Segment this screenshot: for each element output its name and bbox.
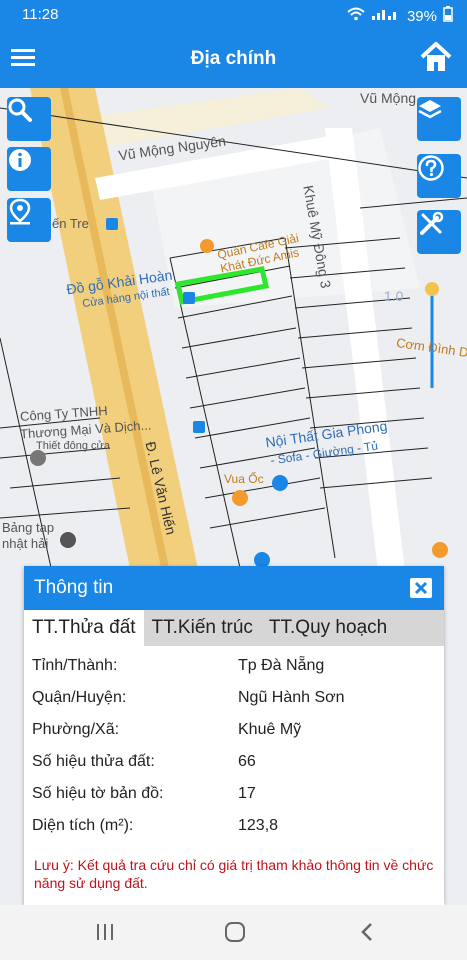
recent-apps-button[interactable] [90, 919, 120, 945]
info-value: 66 [238, 753, 256, 770]
app-bar: Địa chính [0, 30, 467, 88]
signal-icon [371, 7, 401, 25]
close-icon [414, 581, 428, 595]
search-button[interactable] [7, 97, 51, 141]
info-key: Tỉnh/Thành: [32, 657, 118, 674]
map-label-ien-tre: ến Tre [52, 216, 89, 231]
info-value: Ngũ Hành Sơn [238, 689, 345, 706]
info-panel: Thông tin TT.Thửa đất TT.Kiến trúc TT.Qu… [24, 566, 444, 906]
map-label-thiet-dong-cua: Thiết đông cửa [36, 440, 111, 452]
page-title: Địa chính [190, 48, 277, 69]
tools-button[interactable] [417, 210, 461, 254]
battery-icon [443, 6, 453, 26]
location-pin-icon [9, 198, 31, 225]
map-label-vu-mong: Vũ Mộng [360, 90, 417, 106]
info-key: Số hiệu tờ bản đồ: [32, 785, 164, 802]
layers-icon [418, 100, 442, 119]
help-button[interactable] [417, 154, 461, 198]
info-key: Phường/Xã: [32, 721, 120, 738]
map-label-vua-oc: Vua Ốc [224, 472, 264, 486]
wifi-icon [347, 7, 365, 25]
recent-apps-icon [97, 924, 113, 940]
back-button[interactable] [352, 919, 382, 945]
info-row-dien-tich: Diện tích (m²): 123,8 [24, 810, 444, 842]
battery-text: 39% [406, 7, 437, 25]
info-value: Tp Đà Nẵng [238, 657, 325, 674]
map-label-bang-tap: Bảng tạp [2, 520, 55, 535]
info-row-quan: Quận/Huyện: Ngũ Hành Sơn [24, 682, 444, 714]
layers-button[interactable] [417, 97, 461, 141]
tools-icon [420, 211, 444, 235]
system-nav-bar [0, 905, 467, 960]
info-icon [9, 149, 31, 171]
tab-bar: TT.Thửa đất TT.Kiến trúc TT.Quy hoạch [24, 610, 444, 646]
panel-title: Thông tin [34, 577, 114, 598]
info-button[interactable] [7, 147, 51, 191]
map-label-nhat-hai: nhật hải [2, 536, 49, 551]
info-row-so-hieu-thua: Số hiệu thửa đất: 66 [24, 746, 444, 778]
home-circle-icon [225, 922, 245, 942]
info-row-phuong: Phường/Xã: Khuê Mỹ [24, 714, 444, 746]
tab-kien-truc[interactable]: TT.Kiến trúc [144, 610, 261, 646]
back-icon [361, 923, 372, 941]
info-row-so-hieu-to: Số hiệu tờ bản đồ: 17 [24, 778, 444, 810]
info-key: Số hiệu thửa đất: [32, 753, 155, 770]
panel-header: Thông tin [24, 566, 444, 610]
tab-thua-dat[interactable]: TT.Thửa đất [24, 610, 144, 646]
info-row-tinh: Tỉnh/Thành: Tp Đà Nẵng [24, 650, 444, 682]
location-button[interactable] [7, 198, 51, 242]
home-nav-button[interactable] [220, 919, 250, 945]
close-button[interactable] [410, 578, 432, 598]
info-key: Quận/Huyện: [32, 689, 127, 706]
info-rows: Tỉnh/Thành: Tp Đà Nẵng Quận/Huyện: Ngũ H… [24, 646, 444, 842]
info-value: 17 [238, 785, 256, 802]
disclaimer-note: Lưu ý: Kết quả tra cứu chỉ có giá trị th… [34, 857, 434, 891]
info-value: 123,8 [238, 817, 279, 834]
status-time: 11:28 [22, 6, 59, 23]
home-icon [420, 42, 452, 71]
home-button[interactable] [419, 40, 453, 74]
map-scale-value: 1.0 [384, 288, 404, 304]
info-key: Diện tích (m²): [32, 817, 134, 834]
info-value: Khuê Mỹ [238, 721, 302, 738]
help-icon [418, 155, 444, 181]
status-bar: 11:28 39% [0, 0, 467, 30]
tab-quy-hoach[interactable]: TT.Quy hoạch [261, 610, 395, 646]
search-icon [8, 98, 32, 122]
